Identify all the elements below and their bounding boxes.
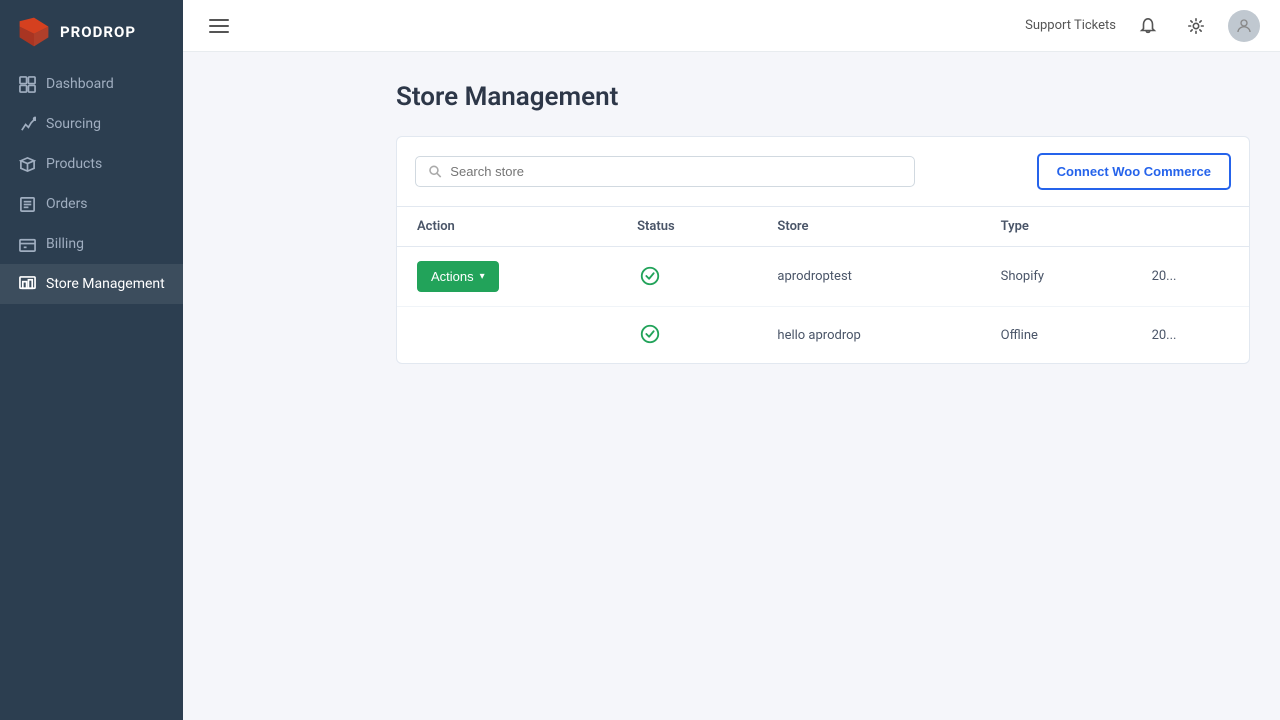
hamburger-button[interactable] — [203, 13, 235, 39]
actions-label-1: Actions — [431, 269, 474, 284]
sourcing-icon — [18, 115, 36, 133]
sidebar-label-store-management: Store Management — [46, 276, 165, 292]
billing-icon — [18, 235, 36, 253]
cell-action-1: Actions ▾ — [397, 247, 617, 307]
status-check-icon-1 — [637, 263, 663, 289]
cell-date-1: 20... — [1132, 247, 1249, 307]
cell-store-2: hello aprodrop — [757, 307, 980, 364]
orders-icon — [18, 195, 36, 213]
status-check-icon-2 — [637, 321, 663, 347]
cell-type-2: Offline — [981, 307, 1132, 364]
col-status: Status — [617, 207, 757, 247]
avatar[interactable] — [1228, 10, 1260, 42]
sidebar-item-products[interactable]: Products — [0, 144, 183, 184]
logo-area[interactable]: PRODROP — [0, 0, 183, 64]
sidebar-label-dashboard: Dashboard — [46, 76, 114, 92]
topbar: Support Tickets — [183, 0, 1280, 52]
user-icon — [1235, 17, 1253, 35]
sidebar-item-sourcing[interactable]: Sourcing — [0, 104, 183, 144]
bell-icon — [1139, 17, 1157, 35]
table-row: hello aprodrop Offline 20... — [397, 307, 1249, 364]
table-row: Actions ▾ aprodroptest Shopify — [397, 247, 1249, 307]
sidebar-item-orders[interactable]: Orders — [0, 184, 183, 224]
cell-action-2 — [397, 307, 617, 364]
sidebar-item-store-management[interactable]: Store Management — [0, 264, 183, 304]
sidebar-label-orders: Orders — [46, 196, 88, 212]
brand-name: PRODROP — [60, 23, 136, 41]
chevron-down-icon: ▾ — [480, 271, 485, 282]
notifications-button[interactable] — [1132, 10, 1164, 42]
col-action: Action — [397, 207, 617, 247]
cell-status-2 — [617, 307, 757, 364]
actions-button-1[interactable]: Actions ▾ — [417, 261, 499, 292]
sidebar: PRODROP Dashboard Sourcing Products Orde… — [0, 0, 183, 720]
settings-button[interactable] — [1180, 10, 1212, 42]
search-box — [415, 156, 915, 187]
main-content: Store Management Connect Woo Commerce Co… — [366, 52, 1280, 720]
prodrop-logo — [16, 14, 52, 50]
cell-store-1: aprodroptest — [757, 247, 980, 307]
hamburger-line-3 — [209, 31, 229, 33]
cell-status-1 — [617, 247, 757, 307]
sidebar-item-dashboard[interactable]: Dashboard — [0, 64, 183, 104]
connect-woo-commerce-button[interactable]: Connect Woo Commerce — [1037, 153, 1231, 190]
topbar-right: Support Tickets — [1025, 10, 1260, 42]
sidebar-label-products: Products — [46, 156, 102, 172]
hamburger-line-1 — [209, 19, 229, 21]
stores-table: Action Status Store Type Actions ▾ — [397, 207, 1249, 363]
table-toolbar: Connect Woo Commerce Connect Shopify — [397, 137, 1249, 207]
page-title: Store Management — [396, 82, 1250, 112]
search-input[interactable] — [450, 164, 902, 179]
store-management-card: Connect Woo Commerce Connect Shopify Act… — [396, 136, 1250, 364]
gear-icon — [1187, 17, 1205, 35]
search-icon — [428, 164, 442, 179]
cell-type-1: Shopify — [981, 247, 1132, 307]
sidebar-item-billing[interactable]: Billing — [0, 224, 183, 264]
dashboard-icon — [18, 75, 36, 93]
col-type: Type — [981, 207, 1132, 247]
hamburger-line-2 — [209, 25, 229, 27]
products-icon — [18, 155, 36, 173]
store-icon — [18, 275, 36, 293]
cell-date-2: 20... — [1132, 307, 1249, 364]
sidebar-label-billing: Billing — [46, 236, 84, 252]
sidebar-label-sourcing: Sourcing — [46, 116, 101, 132]
support-tickets-link[interactable]: Support Tickets — [1025, 18, 1116, 33]
col-extra — [1132, 207, 1249, 247]
col-store: Store — [757, 207, 980, 247]
